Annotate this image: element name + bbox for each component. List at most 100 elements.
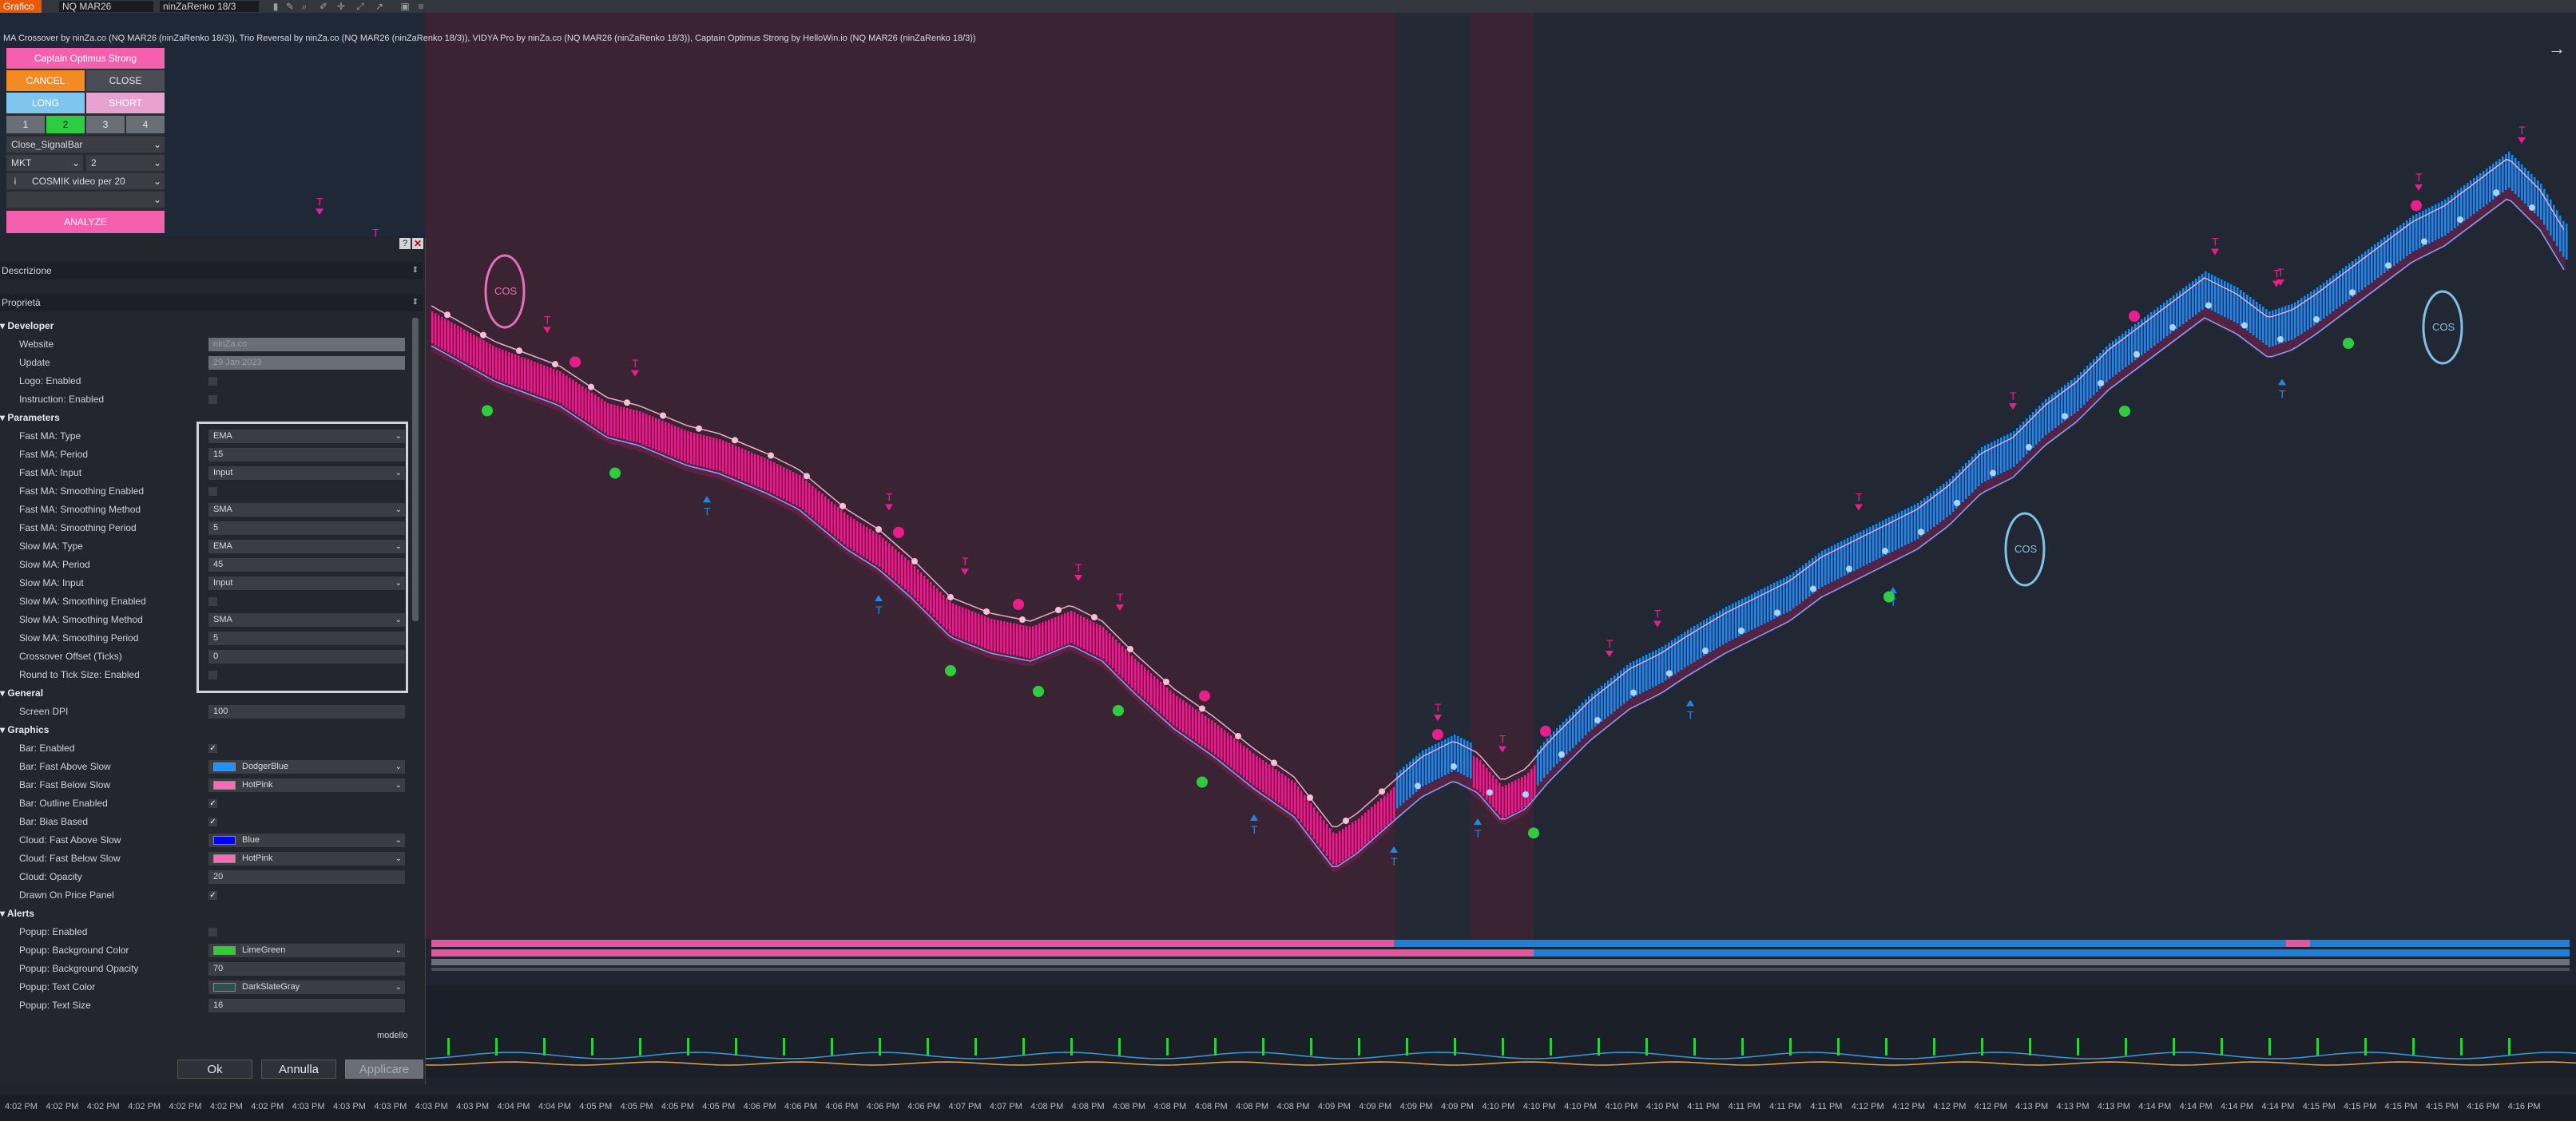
price-bar	[655, 418, 657, 450]
price-bar	[2562, 220, 2565, 257]
category-alerts[interactable]: ▾ Alerts	[0, 905, 34, 923]
property-value[interactable]: 20	[208, 870, 405, 884]
template-link[interactable]: modello	[377, 1031, 408, 1040]
property-checkbox[interactable]: ✓	[208, 744, 217, 753]
small-dot	[588, 383, 594, 390]
template-select[interactable]: i COSMIK video per 20 ⌄	[6, 173, 165, 189]
apply-button[interactable]: Applicare	[345, 1060, 423, 1079]
expand-icon: ▾	[0, 687, 8, 699]
price-bar	[607, 403, 609, 435]
small-dot	[875, 526, 882, 533]
analyze-button[interactable]: ANALYZE	[6, 211, 165, 233]
property-label: Popup: Text Color	[19, 981, 96, 992]
price-bar	[990, 619, 993, 651]
menu-icon[interactable]: ≡	[415, 1, 427, 12]
category-developer[interactable]: ▾ Developer	[0, 317, 54, 335]
property-value[interactable]: 70	[208, 962, 405, 976]
scroll-right-icon[interactable]: →	[2548, 38, 2566, 59]
draw-tool-icon[interactable]: ✐	[318, 1, 329, 12]
bar-chart-icon[interactable]: ▮	[270, 1, 281, 12]
price-bar	[773, 462, 776, 494]
help-icon[interactable]: ?	[399, 238, 411, 249]
property-value[interactable]: HotPink ⌄	[208, 778, 405, 792]
price-bar	[1137, 661, 1140, 694]
category-graphics[interactable]: ▾ Graphics	[0, 721, 49, 739]
qty-button-3[interactable]: 3	[86, 116, 125, 133]
property-value[interactable]: LimeGreen ⌄	[208, 944, 405, 957]
ruler-icon[interactable]: ⤢	[355, 1, 366, 12]
short-button[interactable]: SHORT	[86, 93, 165, 113]
price-bar	[636, 410, 638, 442]
price-bar	[1185, 702, 1188, 735]
price-bar	[1336, 833, 1338, 866]
arrow-icon[interactable]: ↗	[374, 1, 385, 12]
price-bar	[888, 543, 891, 576]
long-button[interactable]: LONG	[6, 93, 85, 113]
property-checkbox[interactable]	[208, 928, 217, 937]
property-checkbox[interactable]	[208, 377, 217, 386]
qty-button-1[interactable]: 1	[6, 116, 45, 133]
property-checkbox[interactable]: ✓	[208, 818, 217, 826]
price-bar	[1236, 740, 1239, 773]
close-button[interactable]: CLOSE	[86, 70, 165, 91]
signal-t-label: T	[1435, 701, 1442, 714]
property-value[interactable]: 16	[208, 999, 405, 1012]
tab-grafico[interactable]: Grafico	[0, 0, 42, 13]
lower-bar	[783, 1038, 785, 1056]
property-value[interactable]: Blue ⌄	[208, 834, 405, 847]
description-field[interactable]: Descrizione ⇕	[0, 262, 423, 279]
instrument-selector[interactable]: NQ MAR26	[59, 1, 153, 12]
property-checkbox[interactable]	[208, 395, 217, 404]
small-dot	[911, 558, 918, 564]
price-bar	[917, 569, 919, 601]
time-label: 4:02 PM	[251, 1102, 284, 1111]
crosshair-icon[interactable]: ✛	[335, 1, 347, 12]
category-general[interactable]: ▾ General	[0, 684, 43, 703]
price-bar	[649, 415, 651, 447]
price-bar	[1000, 620, 1002, 653]
property-checkbox[interactable]: ✓	[208, 799, 217, 808]
price-bar	[2214, 276, 2217, 312]
property-scrollbar[interactable]	[412, 318, 419, 621]
bars-type-selector[interactable]: ninZaRenko 18/3	[160, 1, 259, 12]
property-value[interactable]: 29 Jan 2023	[208, 356, 405, 370]
time-label: 4:02 PM	[169, 1102, 202, 1111]
property-value[interactable]: HotPink ⌄	[208, 852, 405, 866]
exit-mode-select[interactable]: Close_SignalBar ⌄	[6, 137, 165, 153]
pencil-icon[interactable]: ✎	[284, 1, 296, 12]
price-bar	[2262, 307, 2264, 343]
property-value[interactable]: 100	[208, 705, 405, 719]
price-bar	[796, 473, 798, 505]
lower-bar	[735, 1038, 737, 1056]
strip-bear-mark	[2286, 940, 2310, 947]
price-bar	[1527, 772, 1530, 805]
property-value[interactable]: DarkSlateGray ⌄	[208, 980, 405, 994]
property-row: Bar: Enabled ✓	[0, 739, 409, 758]
quantity-select[interactable]: 2 ⌄	[86, 155, 165, 171]
price-bar	[754, 454, 756, 486]
property-value[interactable]: ninZa.co	[208, 338, 405, 351]
qty-button-2[interactable]: 2	[46, 116, 85, 133]
lower-bar	[1070, 1038, 1073, 1056]
top-toolbar: Grafico NQ MAR26 ninZaRenko 18/3 ▮ ✎ ⌕ ✐…	[0, 0, 2576, 13]
cancel-dialog-button[interactable]: Annulla	[261, 1060, 336, 1079]
ok-button[interactable]: Ok	[177, 1060, 252, 1079]
qty-button-4[interactable]: 4	[126, 116, 165, 133]
price-bar	[840, 509, 843, 542]
window-icon[interactable]: ▣	[399, 1, 411, 12]
price-bar	[511, 353, 514, 386]
property-checkbox[interactable]: ✓	[208, 891, 217, 900]
empty-select[interactable]: ⌄	[6, 192, 165, 208]
category-parameters[interactable]: ▾ Parameters	[0, 409, 60, 427]
price-bar	[2240, 290, 2242, 326]
cancel-button[interactable]: CANCEL	[6, 70, 85, 91]
zoom-icon[interactable]: ⌕	[299, 1, 310, 12]
price-bar	[882, 537, 884, 570]
price-bar	[2233, 286, 2236, 322]
order-type-select[interactable]: MKT ⌄	[6, 155, 83, 171]
price-bar	[856, 521, 859, 553]
property-value[interactable]: DodgerBlue ⌄	[208, 760, 405, 774]
small-dot	[1379, 788, 1385, 795]
price-bar	[1467, 741, 1469, 777]
close-icon[interactable]: ✕	[412, 238, 423, 249]
